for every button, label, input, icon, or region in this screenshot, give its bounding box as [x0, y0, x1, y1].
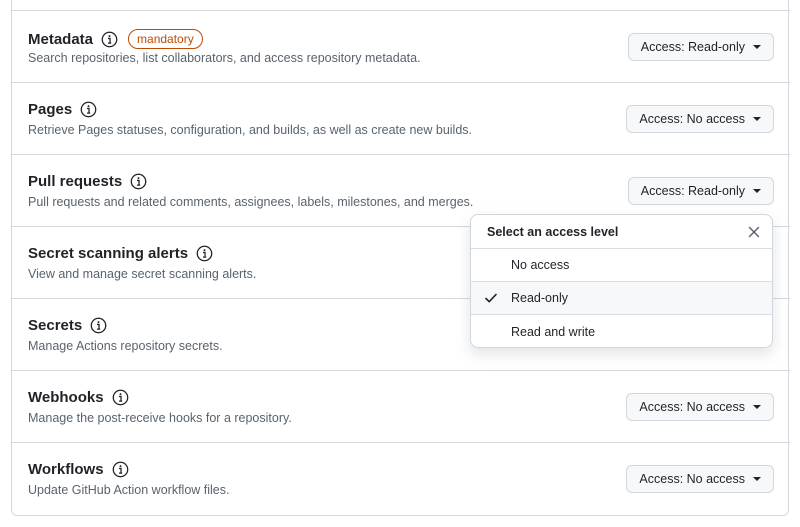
permission-description: Update GitHub Action workflow files.	[28, 483, 230, 497]
access-level-button[interactable]: Access: Read-only	[627, 33, 774, 61]
permission-title-row: Webhooks	[28, 389, 129, 406]
permission-title: Webhooks	[28, 389, 104, 406]
check-icon	[471, 291, 511, 305]
permission-description: Search repositories, list collaborators,…	[28, 51, 421, 65]
access-level-menu: Select an access level No access Read-on…	[470, 214, 773, 348]
permission-title-row: Secrets	[28, 317, 107, 334]
permission-title-row: Metadata mandatory	[28, 29, 203, 49]
menu-item-no-access[interactable]: No access	[471, 249, 772, 282]
menu-header: Select an access level	[471, 215, 772, 249]
permission-title: Metadata	[28, 30, 94, 48]
caret-down-icon	[753, 477, 761, 481]
close-icon[interactable]	[746, 224, 762, 240]
caret-down-icon	[753, 117, 761, 121]
info-icon[interactable]	[130, 173, 147, 190]
permission-row-webhooks: Webhooks Manage the post-receive hooks f…	[11, 370, 790, 442]
menu-title: Select an access level	[487, 224, 619, 239]
permission-row-pages: Pages Retrieve Pages statuses, configura…	[11, 82, 790, 154]
permission-row-metadata: Metadata mandatory Search repositories, …	[11, 10, 790, 82]
permission-title: Pull requests	[28, 173, 123, 190]
permission-title: Workflows	[28, 461, 104, 478]
menu-item-label: Read and write	[511, 324, 596, 339]
access-level-label: Access: Read-only	[640, 40, 745, 54]
access-level-button[interactable]: Access: No access	[626, 465, 774, 493]
permission-title-row: Secret scanning alerts	[28, 245, 213, 262]
permission-title: Pages	[28, 101, 73, 118]
permission-description: View and manage secret scanning alerts.	[28, 267, 257, 281]
access-level-label: Access: No access	[639, 400, 745, 414]
permission-row-workflows: Workflows Update GitHub Action workflow …	[11, 442, 790, 514]
access-level-label: Access: No access	[639, 112, 745, 126]
access-level-button[interactable]: Access: No access	[626, 105, 774, 133]
caret-down-icon	[753, 45, 761, 49]
permission-description: Manage the post-receive hooks for a repo…	[28, 411, 292, 425]
access-level-button[interactable]: Access: No access	[626, 393, 774, 421]
access-level-label: Access: No access	[639, 472, 745, 486]
permission-title-row: Pull requests	[28, 173, 147, 190]
permission-title: Secret scanning alerts	[28, 245, 189, 262]
info-icon[interactable]	[196, 245, 213, 262]
menu-item-read-and-write[interactable]: Read and write	[471, 315, 772, 347]
permission-description: Manage Actions repository secrets.	[28, 339, 223, 353]
menu-item-label: Read-only	[511, 291, 568, 305]
permission-title-row: Workflows	[28, 461, 129, 478]
mandatory-badge: mandatory	[128, 29, 203, 49]
info-icon[interactable]	[112, 461, 129, 478]
menu-item-label: No access	[511, 258, 570, 272]
info-icon[interactable]	[112, 389, 129, 406]
caret-down-icon	[753, 189, 761, 193]
access-level-label: Access: Read-only	[640, 184, 745, 198]
permission-title: Secrets	[28, 317, 83, 334]
access-level-button[interactable]: Access: Read-only	[627, 177, 774, 205]
info-icon[interactable]	[90, 317, 107, 334]
permission-title-row: Pages	[28, 101, 97, 118]
caret-down-icon	[753, 405, 761, 409]
info-icon[interactable]	[80, 101, 97, 118]
permission-description: Retrieve Pages statuses, configuration, …	[28, 123, 472, 137]
menu-item-read-only[interactable]: Read-only	[471, 282, 772, 315]
permission-description: Pull requests and related comments, assi…	[28, 195, 474, 209]
info-icon[interactable]	[101, 31, 118, 48]
